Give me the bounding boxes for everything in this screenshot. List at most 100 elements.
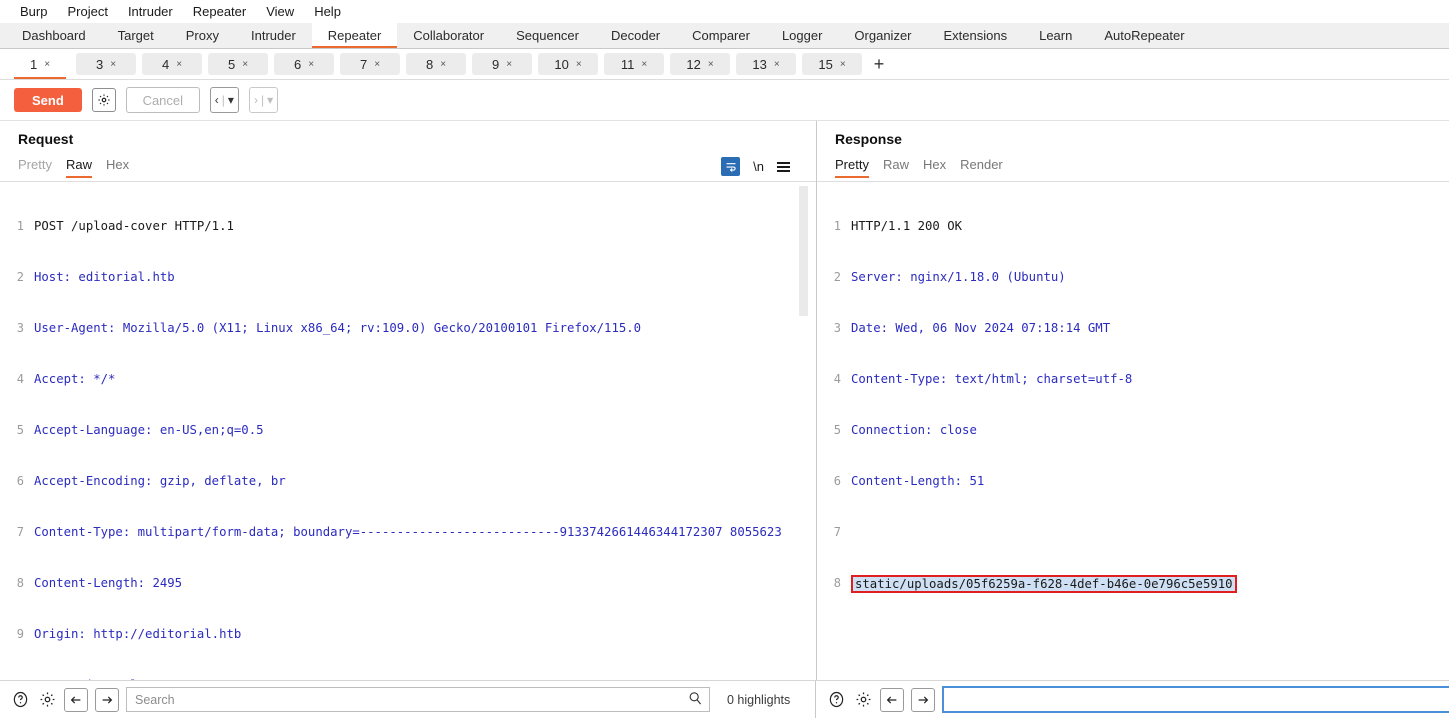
- line-text: POST /upload-cover HTTP/1.1: [34, 219, 234, 233]
- burp-suite-window: Burp Project Intruder Repeater View Help…: [0, 0, 1449, 718]
- tab-comparer[interactable]: Comparer: [676, 23, 766, 48]
- tab-target[interactable]: Target: [102, 23, 170, 48]
- repeater-tab-7[interactable]: 7 ×: [340, 53, 400, 75]
- add-tab-button[interactable]: +: [868, 53, 890, 75]
- request-tab-hex[interactable]: Hex: [106, 157, 143, 178]
- menu-item-view[interactable]: View: [256, 0, 304, 23]
- response-tab-hex[interactable]: Hex: [923, 157, 960, 178]
- request-lines: 1 POST /upload-cover HTTP/1.1 2 Host: edit…: [0, 184, 816, 680]
- pane-divider[interactable]: [816, 121, 817, 680]
- repeater-tab-label: 4: [161, 56, 170, 72]
- line-text: Accept: */*: [34, 372, 116, 386]
- tab-dashboard[interactable]: Dashboard: [6, 23, 102, 48]
- close-icon[interactable]: ×: [110, 59, 116, 70]
- code-line: 4 Content-Type: text/html; charset=utf-8: [817, 371, 1449, 388]
- arrow-left-icon[interactable]: [64, 687, 88, 712]
- repeater-tab-11[interactable]: 11 ×: [604, 53, 664, 75]
- tab-logger[interactable]: Logger: [766, 23, 838, 48]
- help-circle-icon[interactable]: [10, 690, 30, 710]
- response-search-box[interactable]: [942, 686, 1449, 713]
- gear-icon[interactable]: [37, 690, 57, 710]
- send-button[interactable]: Send: [14, 88, 82, 112]
- tab-extensions[interactable]: Extensions: [928, 23, 1024, 48]
- line-text: HTTP/1.1 200 OK: [851, 219, 963, 233]
- close-icon[interactable]: ×: [440, 59, 446, 70]
- response-editor[interactable]: 1 HTTP/1.1 200 OK 2 Server: nginx/1.18.0 (…: [817, 181, 1449, 680]
- line-text: Content-Type: multipart/form-data; bound…: [34, 525, 782, 539]
- repeater-tab-12[interactable]: 12 ×: [670, 53, 730, 75]
- arrow-left-icon[interactable]: [880, 687, 904, 712]
- search-input[interactable]: [944, 688, 1449, 711]
- word-wrap-icon[interactable]: [721, 157, 741, 176]
- repeater-tab-6[interactable]: 6 ×: [274, 53, 334, 75]
- tab-intruder[interactable]: Intruder: [235, 23, 312, 48]
- close-icon[interactable]: ×: [840, 59, 846, 70]
- tab-learn[interactable]: Learn: [1023, 23, 1088, 48]
- menu-item-project[interactable]: Project: [57, 0, 117, 23]
- tab-sequencer[interactable]: Sequencer: [500, 23, 595, 48]
- request-search-box[interactable]: [126, 687, 710, 712]
- hamburger-menu-icon[interactable]: [777, 161, 790, 172]
- prev-request-button[interactable]: ‹ | ▾: [209, 87, 239, 113]
- code-line: 8 Content-Length: 2495: [0, 575, 816, 592]
- repeater-tab-10[interactable]: 10 ×: [538, 53, 598, 75]
- repeater-tab-5[interactable]: 5 ×: [208, 53, 268, 75]
- repeater-tab-1[interactable]: 1 ×: [10, 53, 70, 79]
- repeater-tab-label: 5: [227, 56, 236, 72]
- repeater-tab-9[interactable]: 9 ×: [472, 53, 532, 75]
- tab-decoder[interactable]: Decoder: [595, 23, 676, 48]
- tab-autorepeater[interactable]: AutoRepeater: [1088, 23, 1200, 48]
- close-icon[interactable]: ×: [708, 59, 714, 70]
- line-text: Connection: close: [851, 423, 977, 437]
- send-toolbar: Send Cancel ‹ | ▾ › | ▾: [0, 80, 1449, 121]
- repeater-tab-13[interactable]: 13 ×: [736, 53, 796, 75]
- repeater-tab-label: 10: [554, 56, 569, 72]
- repeater-tab-label: 15: [818, 56, 833, 72]
- line-text: Date: Wed, 06 Nov 2024 07:18:14 GMT: [851, 321, 1111, 335]
- close-icon[interactable]: ×: [374, 59, 380, 70]
- tab-organizer[interactable]: Organizer: [838, 23, 927, 48]
- close-icon[interactable]: ×: [242, 59, 248, 70]
- menu-item-intruder[interactable]: Intruder: [118, 0, 183, 23]
- tab-collaborator[interactable]: Collaborator: [397, 23, 500, 48]
- close-icon[interactable]: ×: [176, 59, 182, 70]
- help-circle-icon[interactable]: [826, 690, 846, 710]
- response-tab-raw[interactable]: Raw: [883, 157, 923, 178]
- response-tab-render[interactable]: Render: [960, 157, 1017, 178]
- arrow-right-icon[interactable]: [911, 687, 935, 712]
- newline-toggle[interactable]: \n: [753, 159, 764, 174]
- gear-icon[interactable]: [91, 88, 116, 112]
- repeater-tab-4[interactable]: 4 ×: [142, 53, 202, 75]
- menu-item-help[interactable]: Help: [304, 0, 351, 23]
- tab-proxy[interactable]: Proxy: [170, 23, 235, 48]
- request-scrollbar-thumb[interactable]: [799, 186, 808, 316]
- menu-item-repeater[interactable]: Repeater: [183, 0, 256, 23]
- close-icon[interactable]: ×: [641, 59, 647, 70]
- line-number: 10: [0, 677, 29, 680]
- tab-repeater[interactable]: Repeater: [311, 23, 398, 48]
- request-tab-raw[interactable]: Raw: [65, 157, 106, 178]
- close-icon[interactable]: ×: [308, 59, 314, 70]
- chevron-down-icon[interactable]: ▾: [228, 93, 234, 107]
- response-tab-pretty[interactable]: Pretty: [835, 157, 883, 178]
- repeater-tab-label: 3: [95, 56, 104, 72]
- close-icon[interactable]: ×: [576, 59, 582, 70]
- repeater-tab-15[interactable]: 15 ×: [802, 53, 862, 75]
- repeater-tab-3[interactable]: 3 ×: [76, 53, 136, 75]
- line-text: Content-Type: text/html; charset=utf-8: [851, 372, 1133, 386]
- code-line: 7: [817, 524, 1449, 541]
- gear-icon[interactable]: [853, 690, 873, 710]
- request-editor[interactable]: 1 POST /upload-cover HTTP/1.1 2 Host: edit…: [0, 181, 816, 680]
- next-request-button: › | ▾: [248, 87, 279, 113]
- search-input[interactable]: [127, 688, 709, 711]
- repeater-tab-8[interactable]: 8 ×: [406, 53, 466, 75]
- code-line: 4 Accept: */*: [0, 371, 816, 388]
- close-icon[interactable]: ×: [44, 59, 50, 70]
- arrow-right-icon[interactable]: [95, 687, 119, 712]
- close-icon[interactable]: ×: [774, 59, 780, 70]
- magnifier-icon[interactable]: [688, 691, 703, 706]
- close-icon[interactable]: ×: [506, 59, 512, 70]
- request-tab-pretty[interactable]: Pretty: [18, 157, 66, 178]
- line-number: 6: [16, 474, 24, 488]
- menu-item-burp[interactable]: Burp: [10, 0, 57, 23]
